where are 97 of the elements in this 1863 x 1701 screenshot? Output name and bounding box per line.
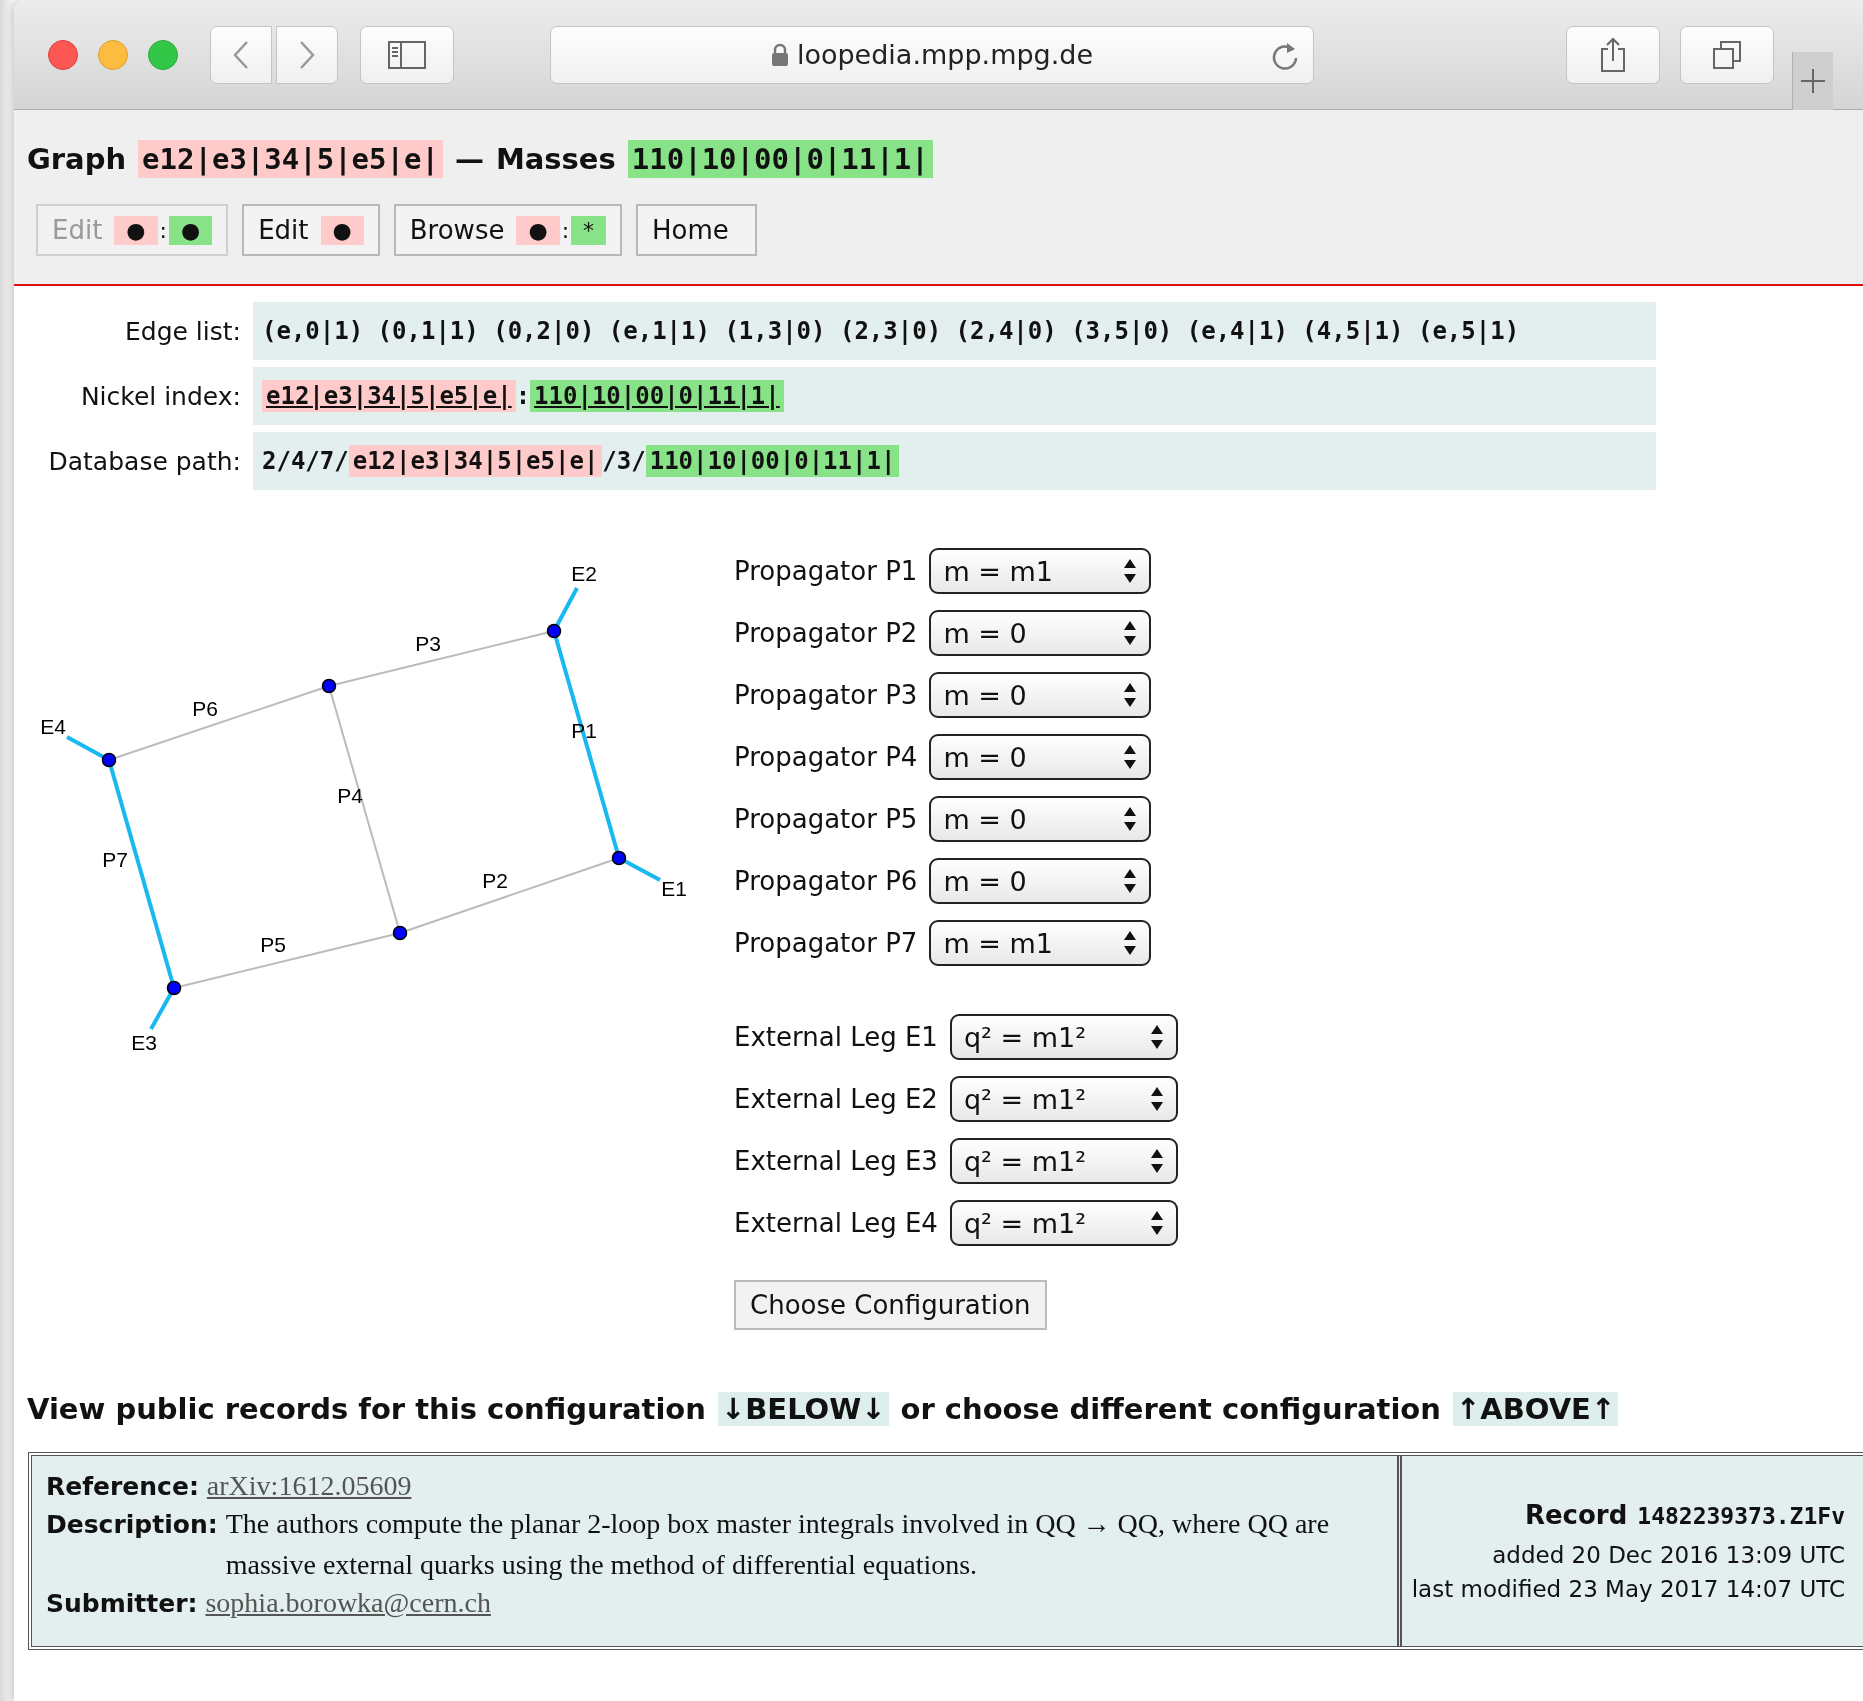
chevron-right-icon	[299, 39, 315, 70]
heading-text: View public records for this configuration	[27, 1392, 706, 1426]
select-field[interactable]: m = 0	[929, 734, 1152, 780]
stepper-icon	[1149, 1024, 1164, 1050]
stepper-icon	[1123, 558, 1138, 584]
leg-label: E2	[571, 562, 597, 585]
stepper-icon	[1123, 806, 1138, 832]
stepper-icon	[1123, 744, 1138, 770]
stepper-icon	[1149, 1148, 1164, 1174]
field-label: External Leg E1	[734, 1022, 938, 1052]
select-field[interactable]: m = 0	[929, 610, 1152, 656]
plus-icon	[1801, 68, 1825, 93]
choose-configuration-button[interactable]: Choose Configuration	[734, 1280, 1047, 1330]
stepper-icon	[1123, 930, 1138, 956]
share-button[interactable]	[1566, 25, 1660, 84]
vertex-dot	[392, 925, 408, 941]
edge-label: P3	[415, 632, 441, 655]
select-field[interactable]: q² = m1²	[949, 1138, 1178, 1184]
anchor-link[interactable]: ↓BELOW↓	[717, 1392, 889, 1426]
select-field[interactable]: q² = m1²	[949, 1014, 1178, 1060]
masses-label: Masses	[495, 142, 616, 176]
select-field[interactable]: m = m1	[929, 920, 1152, 966]
edge-label: P4	[337, 784, 363, 807]
vertex-dot	[166, 980, 182, 996]
edge-label: P7	[102, 848, 128, 871]
lock-icon	[770, 42, 789, 67]
sidebar-icon	[388, 40, 426, 69]
field-label: External Leg E3	[734, 1146, 938, 1176]
select-field[interactable]: m = m1	[929, 548, 1152, 594]
field-label: Submitter:	[46, 1589, 198, 1619]
field-label: Reference:	[46, 1472, 199, 1501]
field-label: Propagator P6	[734, 866, 918, 896]
edge-label: P5	[260, 933, 286, 956]
vertex-dot	[101, 752, 117, 768]
field-label: External Leg E4	[734, 1208, 938, 1238]
select-field[interactable]: m = 0	[929, 796, 1152, 842]
new-tab-button[interactable]	[1792, 51, 1833, 110]
added-date: added 20 Dec 2016 13:09 UTC	[1492, 1542, 1845, 1568]
chevron-left-icon	[233, 39, 249, 70]
nav-button[interactable]: Edit ●	[242, 204, 380, 256]
field-label: Propagator P5	[734, 804, 918, 834]
vertex-dot	[321, 678, 337, 694]
stepper-icon	[1123, 620, 1138, 646]
field-label: Description:	[46, 1510, 218, 1539]
separator-dash: —	[454, 142, 484, 176]
select-field[interactable]: m = 0	[929, 858, 1152, 904]
select-field[interactable]: m = 0	[929, 672, 1152, 718]
vertex-dot	[611, 850, 627, 866]
zoom-button[interactable]	[148, 39, 178, 70]
field-label: Database path:	[47, 446, 241, 476]
description-text: The authors compute the planar 2-loop box master integrals involved in QQ → QQ, where QQ are massive external quarks using the method of differential equations.	[225, 1507, 1331, 1582]
email-link[interactable]: sophia.borowka@cern.ch	[205, 1587, 491, 1619]
edge-label: P2	[482, 869, 508, 892]
stepper-icon	[1149, 1210, 1164, 1236]
record-id: 1482239373.Z1Fv	[1637, 1503, 1845, 1529]
field-label: External Leg E2	[734, 1084, 938, 1114]
modified-date: last modified 23 May 2017 14:07 UTC	[1411, 1576, 1845, 1602]
edge-label: P6	[192, 697, 218, 720]
share-icon	[1600, 36, 1626, 73]
stepper-icon	[1123, 682, 1138, 708]
leg-label: E3	[131, 1031, 157, 1054]
back-button[interactable]	[210, 25, 272, 84]
field-label: Propagator P3	[734, 680, 918, 710]
field-value: 2/4/7/ e12|e3|34|5|e5|e| /3/ 110|10|00|0|11|1|	[262, 447, 900, 475]
leg-label: E1	[661, 877, 687, 900]
field-value: (e,0|1) (0,1|1) (0,2|0) (e,1|1) (1,3|0) (2,3|0) (2,4|0) (3,5|0) (e,4|1) (4,5|1) (e,5|1)	[262, 317, 1520, 345]
anchor-link[interactable]: ↑ABOVE↑	[1452, 1392, 1619, 1426]
reference-link[interactable]: arXiv:1612.05609	[206, 1470, 412, 1501]
select-field[interactable]: q² = m1²	[949, 1076, 1178, 1122]
tabs-icon	[1712, 39, 1742, 70]
vertex-dot	[546, 623, 562, 639]
reload-icon[interactable]	[1271, 40, 1299, 71]
field-label: Nickel index:	[79, 381, 241, 411]
graph-code: e12|e3|34|5|e5|e|	[138, 140, 443, 178]
heading-text: or choose different configuration	[900, 1392, 1441, 1426]
field-label: Propagator P2	[734, 618, 918, 648]
graph-label: Graph	[27, 142, 127, 176]
leg-label: E4	[40, 715, 66, 738]
field-label: Propagator P4	[734, 742, 918, 772]
nav-button[interactable]: Browse ● : *	[393, 204, 623, 256]
sidebar-button[interactable]	[360, 25, 454, 84]
select-field[interactable]: q² = m1²	[949, 1200, 1178, 1246]
field-label: Edge list:	[124, 316, 241, 346]
forward-button[interactable]	[276, 25, 338, 84]
code-link[interactable]: e12|e3|34|5|e5|e|	[262, 380, 516, 412]
code-link[interactable]: 110|10|00|0|11|1|	[530, 380, 784, 412]
record-label: Record	[1524, 1500, 1628, 1530]
separator-text: :	[515, 382, 531, 410]
masses-code: 110|10|00|0|11|1|	[627, 140, 933, 178]
field-label: Propagator P1	[734, 556, 918, 586]
stepper-icon	[1123, 868, 1138, 894]
tabs-button[interactable]	[1680, 25, 1774, 84]
field-label: Propagator P7	[734, 928, 918, 958]
close-button[interactable]	[48, 39, 78, 70]
nav-button[interactable]: Home	[636, 204, 757, 256]
stepper-icon	[1149, 1086, 1164, 1112]
address-bar[interactable]: loopedia.mpp.mpg.de	[550, 25, 1314, 84]
